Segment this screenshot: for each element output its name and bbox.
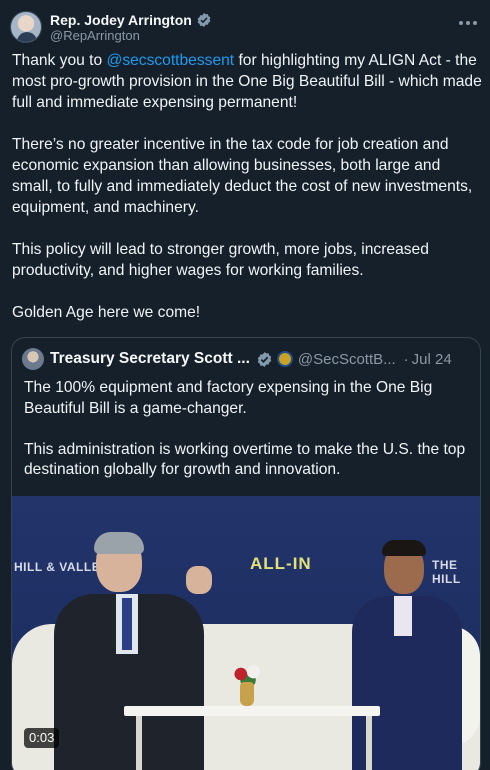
- video-player[interactable]: HILL & VALLEY ALL-IN THE HILL 0:03: [12, 496, 480, 770]
- post-text-segment: Thank you to: [12, 52, 107, 69]
- quoted-author-handle: @SecScottB...: [297, 350, 396, 368]
- quoted-post-text: The 100% equipment and factory expensing…: [24, 378, 470, 501]
- post-paragraph-2: There’s no greater incentive in the tax …: [12, 136, 473, 216]
- quoted-author-avatar: [22, 348, 44, 370]
- video-duration-badge: 0:03: [24, 728, 60, 748]
- more-options-icon[interactable]: [456, 15, 480, 31]
- author-avatar[interactable]: [10, 11, 42, 43]
- post-header: Rep. Jodey Arrington @RepArrington: [0, 0, 490, 48]
- mention-link[interactable]: @secscottbessent: [106, 52, 234, 69]
- verified-badge-icon: [197, 13, 211, 27]
- quoted-paragraph-2: This administration is working overtime …: [24, 440, 466, 479]
- vase: [240, 682, 254, 706]
- author-name[interactable]: Rep. Jodey Arrington: [50, 11, 212, 29]
- author-handle[interactable]: @RepArrington: [50, 28, 140, 44]
- table-leg: [366, 716, 372, 770]
- table-leg: [136, 716, 142, 770]
- post-text: Thank you to @secscottbessent for highli…: [12, 50, 482, 323]
- post-paragraph-4: Golden Age here we come!: [12, 304, 201, 321]
- author-name-text[interactable]: Rep. Jodey Arrington: [50, 12, 192, 28]
- post-paragraph-1: Thank you to @secscottbessent for highli…: [12, 50, 482, 113]
- quoted-post-date: Jul 24: [411, 350, 452, 368]
- post-paragraph-3: This policy will lead to stronger growth…: [12, 241, 429, 279]
- quoted-paragraph-1: The 100% equipment and factory expensing…: [24, 379, 433, 417]
- banner-center-text: ALL-IN: [250, 554, 312, 573]
- quoted-author-name: Treasury Secretary Scott ...: [50, 350, 250, 367]
- quoted-post[interactable]: Treasury Secretary Scott ... @SecScottB.…: [11, 337, 481, 770]
- coffee-table: [124, 706, 380, 716]
- quoted-post-header: Treasury Secretary Scott ... @SecScottB.…: [22, 348, 472, 370]
- speaker-right: [342, 540, 472, 770]
- separator-dot: ·: [403, 350, 409, 368]
- verified-badge-icon: [257, 351, 272, 367]
- government-seal-icon: [276, 351, 293, 367]
